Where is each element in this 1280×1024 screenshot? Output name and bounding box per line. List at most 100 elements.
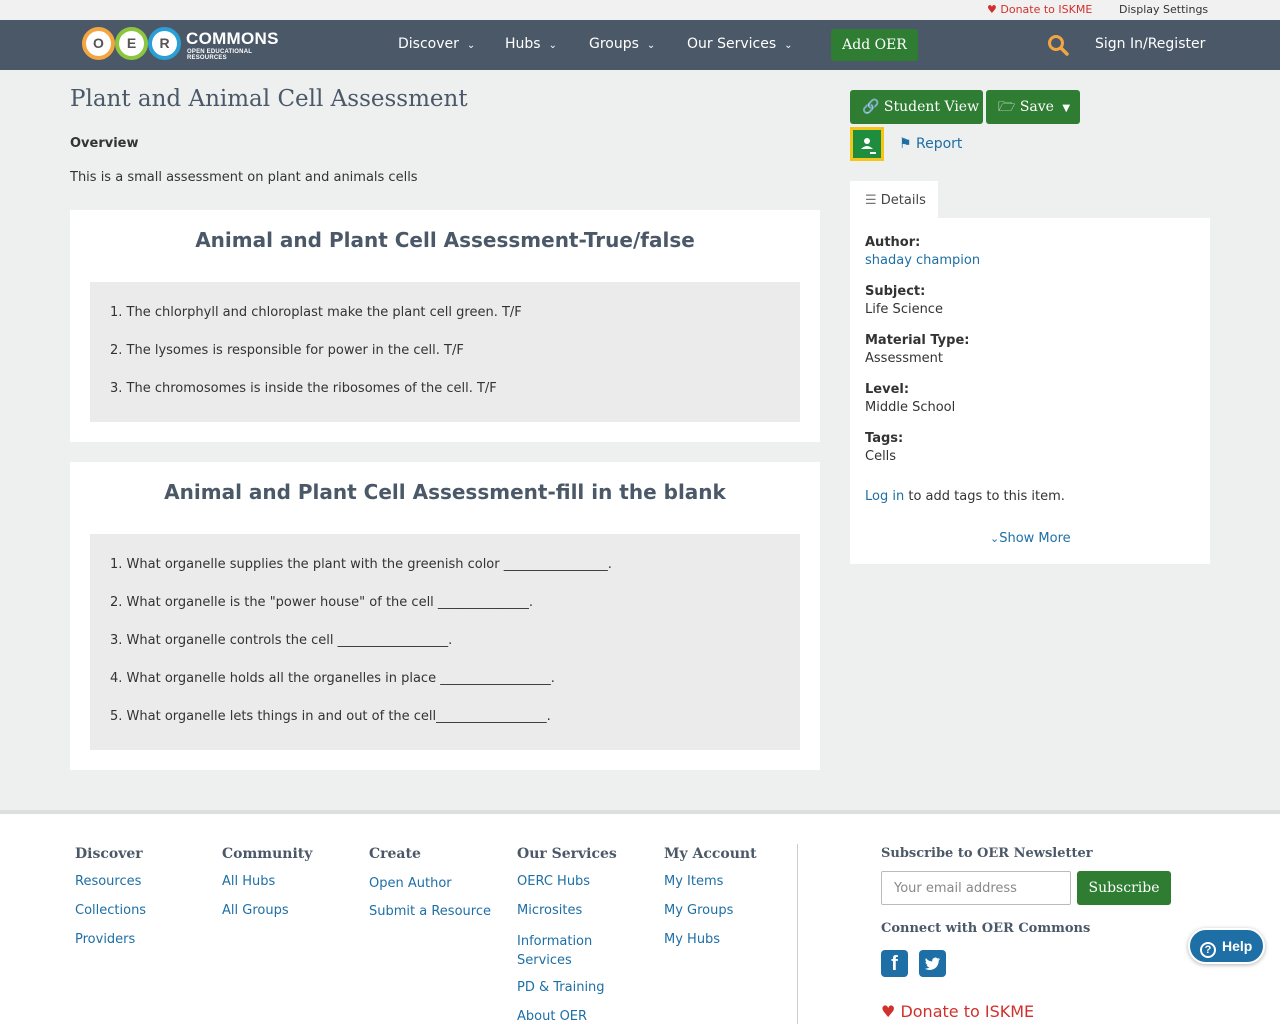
newsletter-email-input[interactable] — [881, 871, 1071, 905]
twitter-icon[interactable] — [919, 950, 946, 977]
classroom-icon — [861, 138, 876, 154]
nav-hubs[interactable]: Hubs ⌄ — [505, 36, 557, 52]
footer-donate-link[interactable]: ♥ Donate to ISKME — [881, 1002, 1034, 1021]
display-settings-link[interactable]: Display Settings — [1119, 3, 1208, 16]
logo-letter-o: O — [82, 27, 115, 60]
connect-heading: Connect with OER Commons — [881, 921, 1091, 936]
footer-heading-create: Create — [369, 846, 421, 862]
question-item: 3. What organelle controls the cell ____… — [110, 633, 453, 648]
report-link[interactable]: ⚑ Report — [899, 136, 962, 152]
footer-link[interactable]: All Hubs — [222, 874, 275, 889]
footer-link[interactable]: Microsites — [517, 903, 582, 918]
show-more-link[interactable]: ⌄Show More — [990, 531, 1071, 546]
logo-letter-e: E — [115, 27, 148, 60]
chevron-down-icon: ⌄ — [784, 40, 793, 51]
login-suffix: to add tags to this item. — [908, 489, 1065, 504]
caret-down-icon: ▼ — [1062, 103, 1071, 114]
nav-groups-label: Groups — [589, 36, 639, 52]
show-more-label: Show More — [999, 531, 1071, 546]
footer-heading-our-services: Our Services — [517, 846, 617, 862]
logo-wordmark: COMMONS — [186, 29, 279, 48]
footer-link[interactable]: OERC Hubs — [517, 874, 590, 889]
nav-our-services[interactable]: Our Services ⌄ — [687, 36, 793, 52]
help-button[interactable]: ? Help — [1188, 928, 1265, 964]
log-in-link[interactable]: Log in — [865, 489, 904, 504]
detail-value: Middle School — [865, 400, 956, 415]
fill-in-blank-section: Animal and Plant Cell Assessment-fill in… — [70, 462, 820, 770]
question-item: 5. What organelle lets things in and out… — [110, 709, 551, 724]
question-item: 1. The chlorphyll and chloroplast make t… — [110, 305, 522, 320]
google-classroom-share-icon[interactable] — [850, 127, 884, 161]
section-heading: Animal and Plant Cell Assessment-True/fa… — [195, 228, 695, 252]
nav-hubs-label: Hubs — [505, 36, 541, 52]
newsletter-heading: Subscribe to OER Newsletter — [881, 846, 1093, 861]
detail-value: Life Science — [865, 302, 943, 317]
chevron-down-icon: ⌄ — [646, 40, 656, 51]
footer-link[interactable]: About OER — [517, 1009, 587, 1024]
footer-link[interactable]: Open Author — [369, 876, 452, 891]
oer-commons-logo[interactable]: O E R COMMONS OPEN EDUCATIONAL RESOURCES — [82, 26, 287, 62]
footer-link[interactable]: Resources — [75, 874, 141, 889]
login-tags-note: Log in to add tags to this item. — [865, 489, 1065, 504]
footer: Discover Resources Collections Providers… — [0, 810, 1280, 1024]
nav-discover[interactable]: Discover ⌄ — [398, 36, 475, 52]
question-item: 2. The lysomes is responsible for power … — [110, 343, 464, 358]
question-item: 3. The chromosomes is inside the ribosom… — [110, 381, 497, 396]
detail-label: Subject: — [865, 284, 926, 299]
nav-discover-label: Discover — [398, 36, 459, 52]
student-view-label: Student View — [883, 99, 980, 115]
donate-link[interactable]: ♥ Donate to ISKME — [987, 3, 1092, 16]
detail-label: Tags: — [865, 431, 904, 446]
footer-link[interactable]: My Hubs — [664, 932, 720, 947]
footer-heading-my-account: My Account — [664, 846, 757, 862]
folder-icon: 🗁 — [998, 99, 1016, 115]
footer-heading-community: Community — [222, 846, 313, 862]
heart-icon: ♥ — [881, 1002, 896, 1021]
footer-divider — [797, 844, 798, 1024]
page-title: Plant and Animal Cell Assessment — [70, 86, 468, 112]
list-icon: ☰ — [865, 193, 877, 208]
footer-link[interactable]: Submit a Resource — [369, 904, 491, 919]
question-item: 1. What organelle supplies the plant wit… — [110, 557, 612, 572]
overview-heading: Overview — [70, 136, 139, 151]
tab-details[interactable]: ☰ Details — [850, 181, 938, 218]
footer-link[interactable]: Collections — [75, 903, 146, 918]
footer-link[interactable]: PD & Training — [517, 980, 605, 995]
footer-link[interactable]: My Groups — [664, 903, 733, 918]
link-icon: 🔗 — [862, 99, 880, 115]
chevron-down-icon: ⌄ — [466, 40, 476, 51]
search-icon[interactable] — [1047, 34, 1069, 56]
twitter-bird-icon — [924, 957, 941, 970]
question-box: 1. What organelle supplies the plant wit… — [90, 534, 800, 750]
author-link[interactable]: shaday champion — [865, 253, 980, 268]
footer-link[interactable]: All Groups — [222, 903, 289, 918]
footer-donate-label: Donate to ISKME — [900, 1002, 1035, 1021]
report-label: Report — [916, 136, 963, 152]
details-tab-label: Details — [880, 193, 926, 208]
heart-icon: ♥ — [987, 3, 997, 16]
question-box: 1. The chlorphyll and chloroplast make t… — [90, 282, 800, 422]
footer-link[interactable]: Information Services — [517, 932, 617, 970]
facebook-icon[interactable]: f — [881, 950, 908, 977]
overview-text: This is a small assessment on plant and … — [70, 170, 418, 185]
sign-in-register-link[interactable]: Sign In/Register — [1095, 36, 1205, 52]
chevron-down-icon: ⌄ — [990, 532, 1000, 545]
subscribe-button[interactable]: Subscribe — [1077, 871, 1171, 905]
true-false-section: Animal and Plant Cell Assessment-True/fa… — [70, 210, 820, 442]
tag-value: Cells — [865, 449, 897, 464]
flag-icon: ⚑ — [899, 136, 912, 152]
footer-link[interactable]: My Items — [664, 874, 723, 889]
utility-bar: ♥ Donate to ISKME Display Settings — [0, 0, 1280, 20]
nav-groups[interactable]: Groups ⌄ — [589, 36, 655, 52]
detail-label: Author: — [865, 235, 921, 250]
help-label: Help — [1222, 938, 1253, 954]
logo-letter-r: R — [148, 27, 181, 60]
details-panel: Author: shaday champion Subject: Life Sc… — [850, 218, 1210, 564]
nav-our-services-label: Our Services — [687, 36, 777, 52]
add-oer-button[interactable]: Add OER — [831, 29, 918, 61]
student-view-button[interactable]: 🔗 Student View — [850, 90, 983, 124]
question-mark-icon: ? — [1200, 942, 1216, 958]
footer-link[interactable]: Providers — [75, 932, 135, 947]
save-button[interactable]: 🗁 Save ▼ — [986, 90, 1080, 124]
section-heading: Animal and Plant Cell Assessment-fill in… — [164, 480, 726, 504]
